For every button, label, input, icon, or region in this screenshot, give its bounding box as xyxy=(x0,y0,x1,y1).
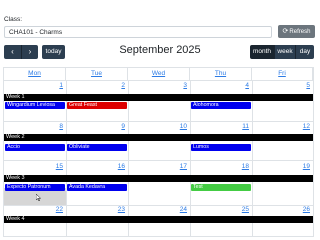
week-label: Week 3 xyxy=(4,175,313,182)
day-number[interactable]: 23 xyxy=(105,206,125,213)
mouse-cursor-icon xyxy=(36,194,42,201)
calendar-event[interactable]: Wingardium Leviosa xyxy=(5,102,65,109)
class-select[interactable]: CHA101 - Charms xyxy=(4,26,272,38)
calendar-grid: Mon Tue Wed Thu Fri 1 2 3 4 5 Week 1 Win… xyxy=(3,67,314,237)
calendar-event[interactable]: Test xyxy=(191,184,251,191)
week-view-button[interactable]: week xyxy=(274,45,295,59)
prev-button[interactable]: ‹ xyxy=(4,45,21,59)
week-label: Week 2 xyxy=(4,134,313,141)
day-view-button[interactable]: day xyxy=(295,45,314,59)
day-number[interactable]: 9 xyxy=(105,123,125,130)
day-number[interactable]: 12 xyxy=(290,123,310,130)
day-number[interactable]: 1 xyxy=(43,82,63,89)
day-number[interactable]: 16 xyxy=(105,163,125,170)
calendar-event[interactable]: Alohomora xyxy=(191,102,251,109)
day-number[interactable]: 25 xyxy=(229,206,249,213)
day-header-fri[interactable]: Fri xyxy=(252,68,313,80)
header-divider xyxy=(4,80,313,81)
refresh-label: Refresh xyxy=(289,29,311,35)
week-divider xyxy=(4,121,313,122)
day-number[interactable]: 22 xyxy=(43,206,63,213)
day-number[interactable]: 15 xyxy=(43,163,63,170)
calendar-event[interactable]: Accio xyxy=(5,144,65,151)
day-header-thu[interactable]: Thu xyxy=(190,68,252,80)
calendar-event[interactable]: Lumos xyxy=(191,144,251,151)
view-switcher: month week day xyxy=(250,45,314,59)
day-number[interactable]: 11 xyxy=(229,123,249,130)
day-number[interactable]: 18 xyxy=(229,163,249,170)
day-number[interactable]: 10 xyxy=(167,123,187,130)
next-button[interactable]: › xyxy=(21,45,38,59)
day-number[interactable]: 4 xyxy=(229,82,249,89)
refresh-button[interactable]: ⟳Refresh xyxy=(278,25,315,38)
today-button[interactable]: today xyxy=(42,45,65,59)
refresh-icon: ⟳ xyxy=(282,28,289,35)
day-header-wed[interactable]: Wed xyxy=(128,68,190,80)
week-label: Week 1 xyxy=(4,94,313,101)
day-number[interactable]: 26 xyxy=(290,206,310,213)
day-number[interactable]: 17 xyxy=(167,163,187,170)
day-number[interactable]: 19 xyxy=(290,163,310,170)
calendar-event[interactable]: Obliviate xyxy=(67,144,127,151)
calendar-event[interactable]: Expecto Patronum xyxy=(5,184,65,191)
column-divider xyxy=(128,80,129,236)
week-label: Week 4 xyxy=(4,216,313,223)
day-number[interactable]: 24 xyxy=(167,206,187,213)
day-number[interactable]: 3 xyxy=(167,82,187,89)
class-label: Class: xyxy=(4,16,23,23)
day-header-mon[interactable]: Mon xyxy=(4,68,66,80)
month-view-button[interactable]: month xyxy=(250,45,274,59)
day-number[interactable]: 2 xyxy=(105,82,125,89)
day-number[interactable]: 8 xyxy=(43,123,63,130)
column-divider xyxy=(252,80,253,236)
week-divider xyxy=(4,160,313,161)
day-header-tue[interactable]: Tue xyxy=(66,68,128,80)
calendar-event[interactable]: Great Feast xyxy=(67,102,127,109)
calendar-event[interactable]: Avada Kedavra xyxy=(67,184,127,191)
day-number[interactable]: 5 xyxy=(290,82,310,89)
calendar-title: September 2025 xyxy=(119,44,201,56)
